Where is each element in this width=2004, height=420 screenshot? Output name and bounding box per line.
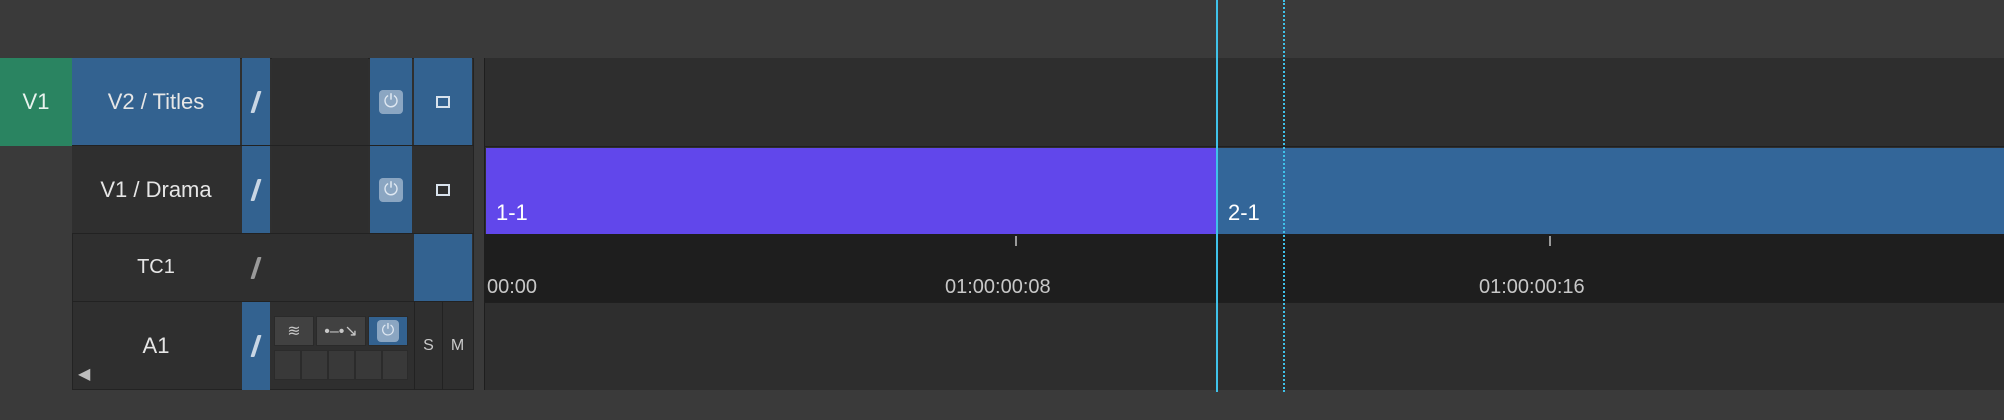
clip-2-1[interactable]: 2-1 [1218, 148, 2004, 234]
lock-icon [250, 256, 262, 279]
power-icon: ⏻ [379, 89, 403, 114]
track-name-tc1[interactable]: TC1 [72, 234, 240, 301]
track-divider [484, 146, 2004, 147]
track-name-v2[interactable]: V2 / Titles [72, 58, 240, 145]
audio-meter-cell [328, 350, 355, 380]
track-enable-button[interactable]: ⏻ [370, 58, 412, 145]
track-monitor-button[interactable] [414, 58, 472, 145]
top-toolbar-area [0, 0, 2004, 58]
track-name-a1[interactable]: A1 [72, 302, 240, 390]
track-spacer [272, 58, 368, 145]
power-icon: ⏻ [377, 320, 399, 342]
audio-enable-button[interactable]: ⏻ [368, 316, 408, 346]
ruler-tick [1015, 236, 1017, 246]
audio-meter-cell [382, 350, 408, 380]
track-name-label: V2 / Titles [107, 88, 205, 114]
track-lock-button[interactable] [242, 58, 270, 145]
source-patch-label: V1 [22, 89, 50, 114]
track-lock-button[interactable] [242, 234, 270, 301]
monitor-icon [436, 95, 450, 108]
mute-label: M [450, 337, 465, 354]
speaker-icon[interactable]: ◀ [78, 364, 94, 383]
track-enable-button[interactable]: ⏻ [370, 146, 412, 233]
ruler-timecode: 00:00 [487, 276, 538, 298]
audio-meter-cell [274, 350, 301, 380]
clip-label: 1-1 [496, 200, 528, 225]
waveform-icon: ≋ [287, 323, 301, 340]
track-name-label: TC1 [137, 256, 175, 278]
clip-1-1[interactable]: 1-1 [486, 148, 1216, 234]
ruler-timecode: 01:00:00:08 [945, 276, 1051, 298]
track-header-v2: V2 / Titles ⏻ [72, 58, 474, 146]
track-header-a1: A1 ◀ ≋ •–•↘ ⏻ S M [72, 302, 474, 390]
ruler-tick [1549, 236, 1551, 246]
lock-icon [250, 90, 262, 113]
track-name-label: A1 [142, 333, 170, 358]
track-lock-button[interactable] [242, 302, 270, 390]
track-header-v1: V1 / Drama ⏻ [72, 146, 474, 234]
power-icon: ⏻ [379, 177, 403, 202]
monitor-icon [436, 183, 450, 196]
keyframe-toggle-button[interactable]: •–•↘ [316, 316, 366, 346]
lock-icon [250, 335, 262, 357]
timecode-ruler[interactable] [484, 234, 2004, 302]
solo-button[interactable]: S [414, 302, 442, 390]
mute-button[interactable]: M [442, 302, 472, 390]
bottom-bar [0, 392, 2004, 420]
clip-label: 2-1 [1228, 200, 1260, 225]
keyframe-icon: •–•↘ [324, 323, 358, 340]
playhead[interactable] [1216, 0, 1218, 392]
solo-label: S [423, 337, 434, 354]
track-lock-button[interactable] [242, 146, 270, 233]
waveform-toggle-button[interactable]: ≋ [274, 316, 314, 346]
track-monitor-button[interactable] [414, 146, 472, 233]
snap-indicator [1283, 0, 1285, 392]
track-monitor-button[interactable] [414, 234, 472, 301]
source-patch-v1[interactable]: V1 [0, 58, 72, 146]
track-spacer [272, 146, 368, 233]
audio-meter-cell [301, 350, 328, 380]
audio-meter-cell [355, 350, 382, 380]
track-divider [484, 302, 2004, 303]
ruler-timecode: 01:00:00:16 [1479, 276, 1585, 298]
track-header-tc1: TC1 [72, 234, 474, 302]
lock-icon [250, 178, 262, 201]
track-name-label: V1 / Drama [100, 176, 212, 202]
track-name-v1[interactable]: V1 / Drama [72, 146, 240, 233]
